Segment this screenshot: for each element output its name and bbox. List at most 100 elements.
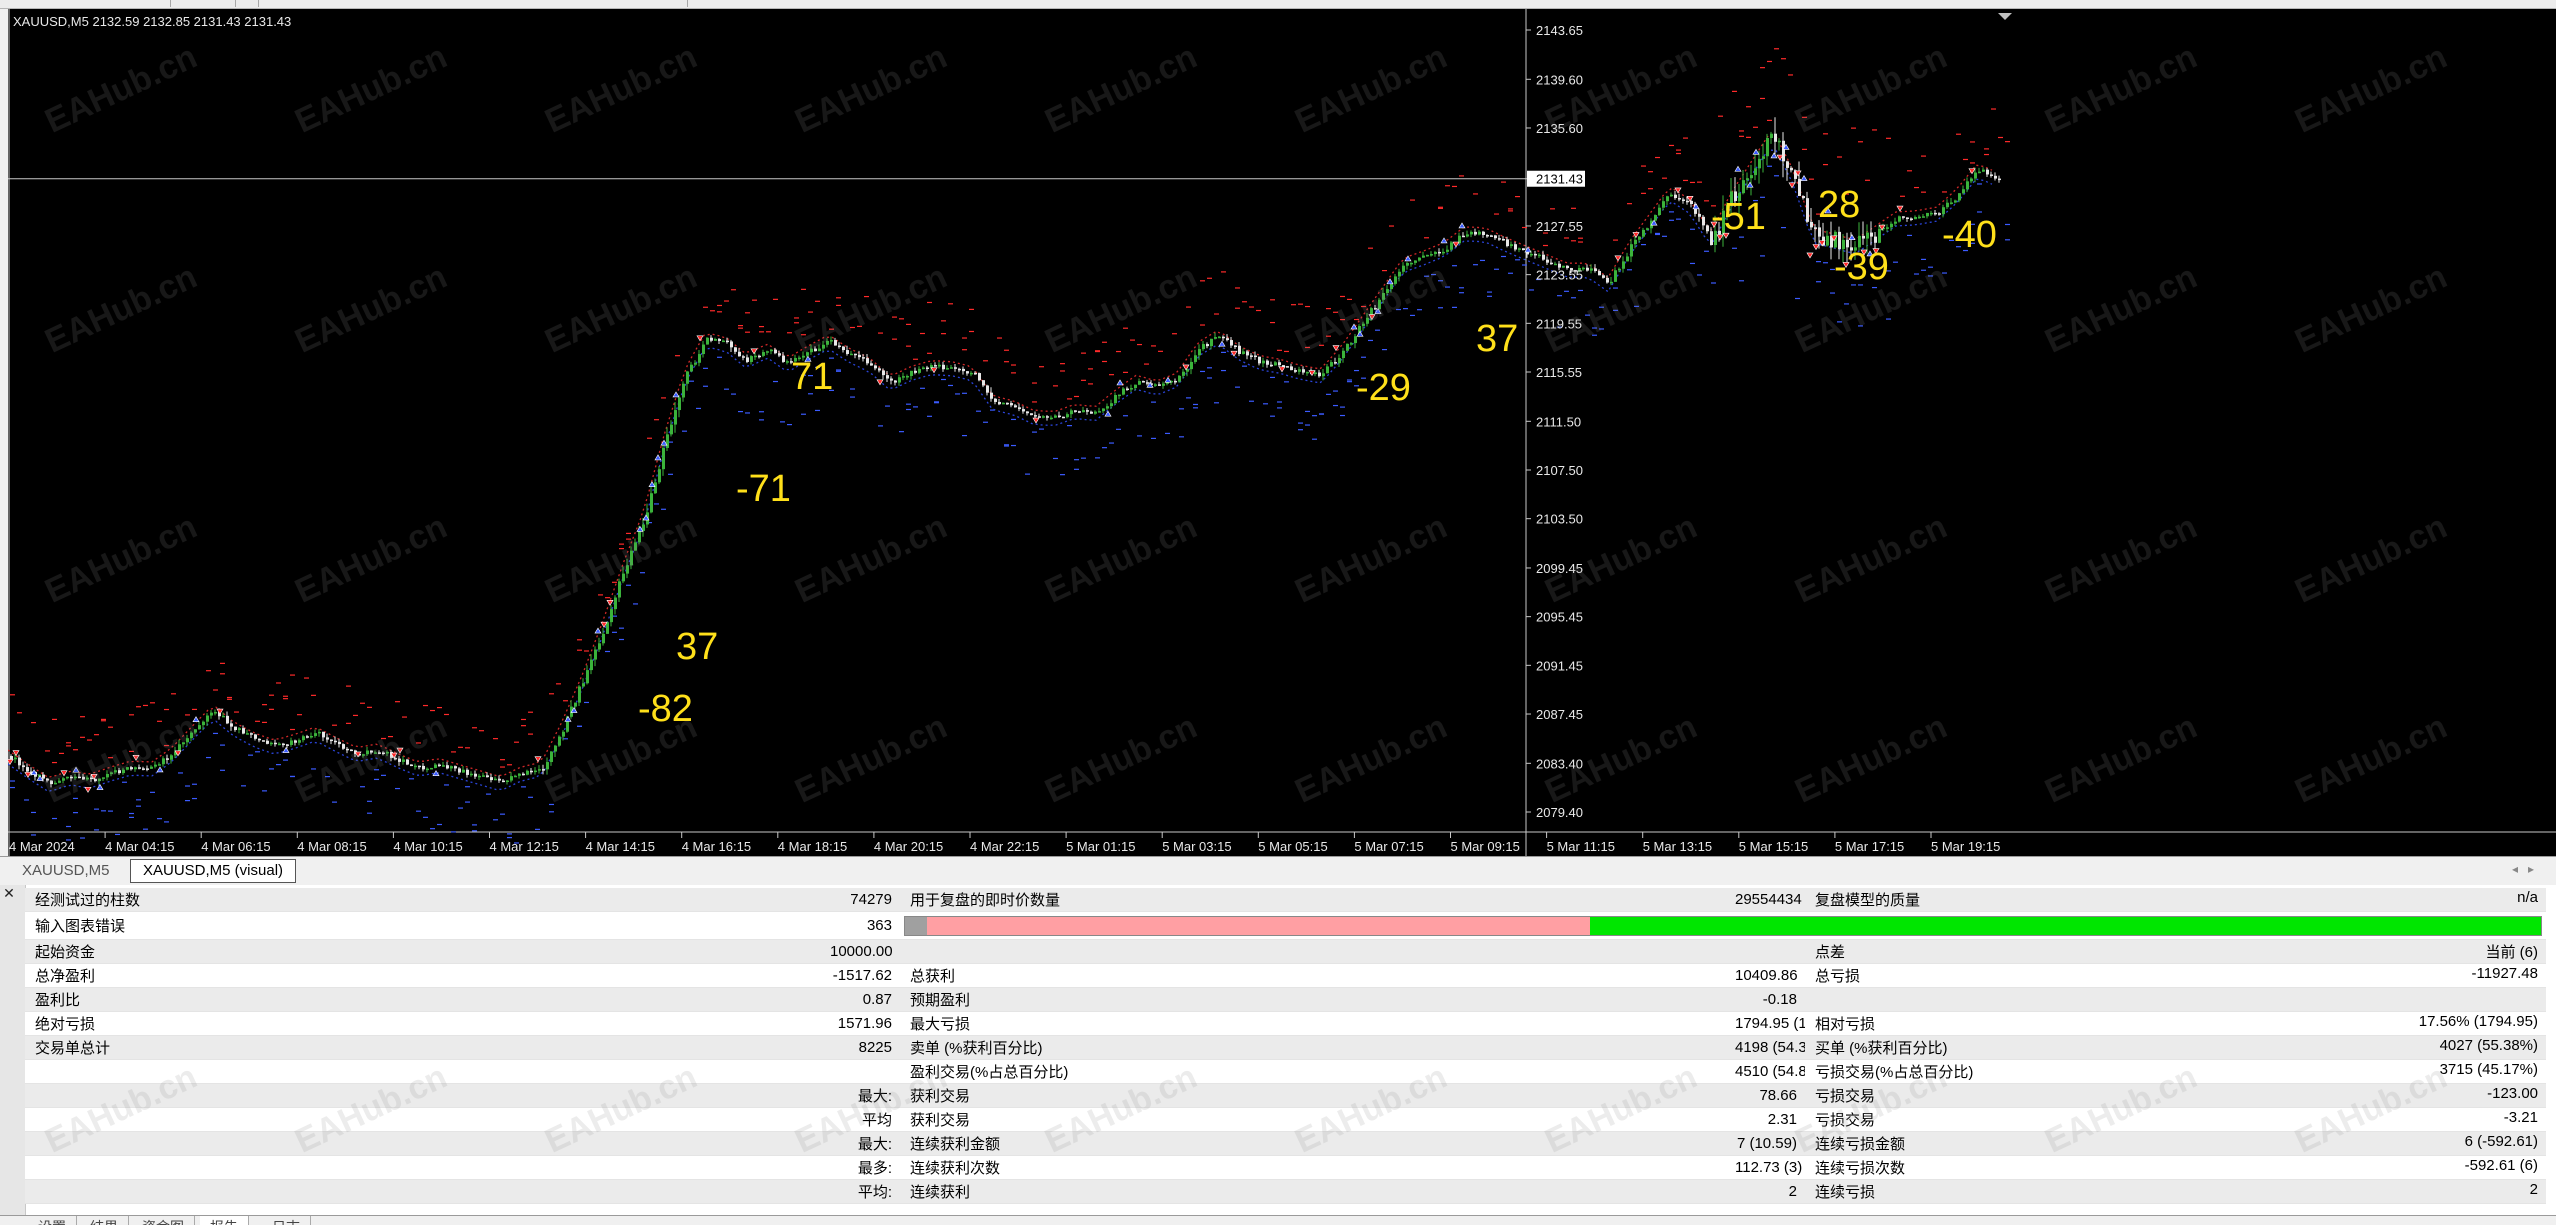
- bull-candle: [1966, 181, 1969, 190]
- bear-candle: [1074, 410, 1077, 412]
- time-axis-label: 5 Mar 11:15: [1547, 839, 1615, 854]
- time-axis-label: 4 Mar 04:15: [105, 839, 174, 854]
- bull-candle: [1898, 216, 1901, 222]
- bull-candle: [686, 371, 689, 384]
- bear-candle: [46, 778, 49, 781]
- bull-candle: [830, 340, 833, 342]
- bull-candle: [1314, 372, 1317, 375]
- bear-candle: [934, 365, 937, 367]
- bull-candle: [610, 609, 613, 623]
- report-label: [1805, 987, 2546, 1012]
- trade-result-label: -29: [1356, 367, 1411, 409]
- report-label: 连续亏损次数 -592.61 (6): [1805, 1155, 2546, 1180]
- bull-candle: [558, 736, 561, 746]
- bear-candle: [262, 740, 265, 742]
- close-icon[interactable]: ✕: [2, 885, 16, 901]
- tab-xauusd-m5-visual[interactable]: XAUUSD,M5 (visual): [130, 859, 297, 883]
- bear-candle: [1026, 411, 1029, 414]
- report-value: 78.66: [1725, 1083, 1805, 1108]
- report-label: 总亏损: [1815, 968, 1861, 985]
- bear-candle: [742, 356, 745, 358]
- bull-candle: [54, 782, 57, 785]
- bull-candle: [1634, 239, 1637, 245]
- bull-candle: [154, 764, 157, 767]
- toolbar-tab-stub[interactable]: [130, 0, 171, 7]
- bear-candle: [978, 373, 981, 381]
- bull-candle: [442, 765, 445, 767]
- report-value: 10000.00: [820, 939, 900, 964]
- bull-candle: [1946, 202, 1949, 208]
- bull-candle: [818, 348, 821, 352]
- table-row: 平均 获利交易 2.31 亏损交易 -3.21: [25, 1107, 2546, 1132]
- bear-candle: [958, 368, 961, 371]
- bull-candle: [582, 683, 585, 687]
- bear-candle: [1550, 262, 1553, 265]
- bear-candle: [1014, 405, 1017, 408]
- bull-candle: [1442, 251, 1445, 254]
- bull-candle: [1298, 369, 1301, 372]
- bear-candle: [1222, 336, 1225, 339]
- bull-candle: [1138, 381, 1141, 385]
- price-chart[interactable]: XAUUSD,M5 2132.59 2132.85 2131.43 2131.4…: [8, 9, 2556, 856]
- bull-candle: [386, 751, 389, 754]
- bull-candle: [1982, 169, 1985, 172]
- bull-candle: [630, 550, 633, 566]
- report-label: 获利交易: [900, 1083, 1725, 1108]
- quality-bar-green: [1590, 916, 2541, 935]
- bull-candle: [562, 731, 565, 737]
- bull-candle: [1478, 231, 1481, 235]
- report-side-handle[interactable]: ✕: [0, 885, 26, 1215]
- report-value: -11927.48: [2471, 965, 2538, 982]
- table-row: 平均: 连续获利 2 连续亏损 2: [25, 1179, 2546, 1204]
- bull-candle: [590, 659, 593, 671]
- bull-candle: [754, 355, 757, 358]
- bull-candle: [366, 750, 369, 755]
- bear-candle: [234, 726, 237, 731]
- price-axis-label: 2131.43: [1536, 172, 1583, 187]
- time-axis-label: 5 Mar 17:15: [1835, 839, 1904, 854]
- bull-candle: [1978, 171, 1981, 174]
- bull-candle: [494, 778, 497, 781]
- bull-candle: [594, 649, 597, 660]
- bear-candle: [982, 380, 985, 386]
- bear-candle: [1038, 416, 1041, 418]
- table-row: 最多: 连续获利次数 112.73 (3) 连续亏损次数 -592.61 (6): [25, 1155, 2546, 1180]
- bull-candle: [1070, 410, 1073, 415]
- price-chart-canvas[interactable]: XAUUSD,M5 2132.59 2132.85 2131.43 2131.4…: [8, 9, 2556, 856]
- bear-candle: [774, 349, 777, 354]
- time-axis-label: 5 Mar 15:15: [1739, 839, 1808, 854]
- bear-candle: [974, 372, 977, 375]
- bull-candle: [1778, 140, 1781, 143]
- report-label: 亏损交易 -123.00: [1805, 1083, 2546, 1108]
- price-axis-label: 2127.55: [1536, 219, 1583, 234]
- report-label: 买单 (%获利百分比): [1815, 1040, 1948, 1057]
- bull-candle: [290, 740, 293, 745]
- bear-candle: [90, 777, 93, 780]
- bear-candle: [1690, 200, 1693, 204]
- bull-candle: [650, 493, 653, 513]
- bear-candle: [1902, 216, 1905, 218]
- bull-candle: [74, 776, 77, 779]
- bull-candle: [102, 777, 105, 779]
- bear-candle: [1998, 178, 2001, 181]
- bear-candle: [382, 752, 385, 755]
- bull-candle: [1662, 201, 1665, 208]
- bear-candle: [1546, 259, 1549, 263]
- bear-candle: [1030, 413, 1033, 416]
- time-axis-label: 5 Mar 13:15: [1643, 839, 1712, 854]
- bear-candle: [142, 768, 145, 770]
- toolbar-tab-stub[interactable]: [240, 0, 259, 7]
- bull-candle: [1974, 172, 1977, 179]
- bull-candle: [1106, 406, 1109, 409]
- tab-scroll-arrows-icon[interactable]: ◂▸: [2512, 862, 2544, 876]
- time-axis-label: 4 Mar 18:15: [778, 839, 847, 854]
- time-axis-label: 5 Mar 01:15: [1066, 839, 1135, 854]
- bear-candle: [1790, 167, 1793, 171]
- bull-candle: [682, 383, 685, 398]
- bull-candle: [1190, 361, 1193, 370]
- bear-candle: [1238, 345, 1241, 354]
- tab-xauusd-m5[interactable]: XAUUSD,M5: [10, 860, 122, 882]
- price-axis-label: 2139.60: [1536, 72, 1583, 87]
- bear-candle: [266, 740, 269, 744]
- toolbar-tab-stub[interactable]: [175, 0, 236, 7]
